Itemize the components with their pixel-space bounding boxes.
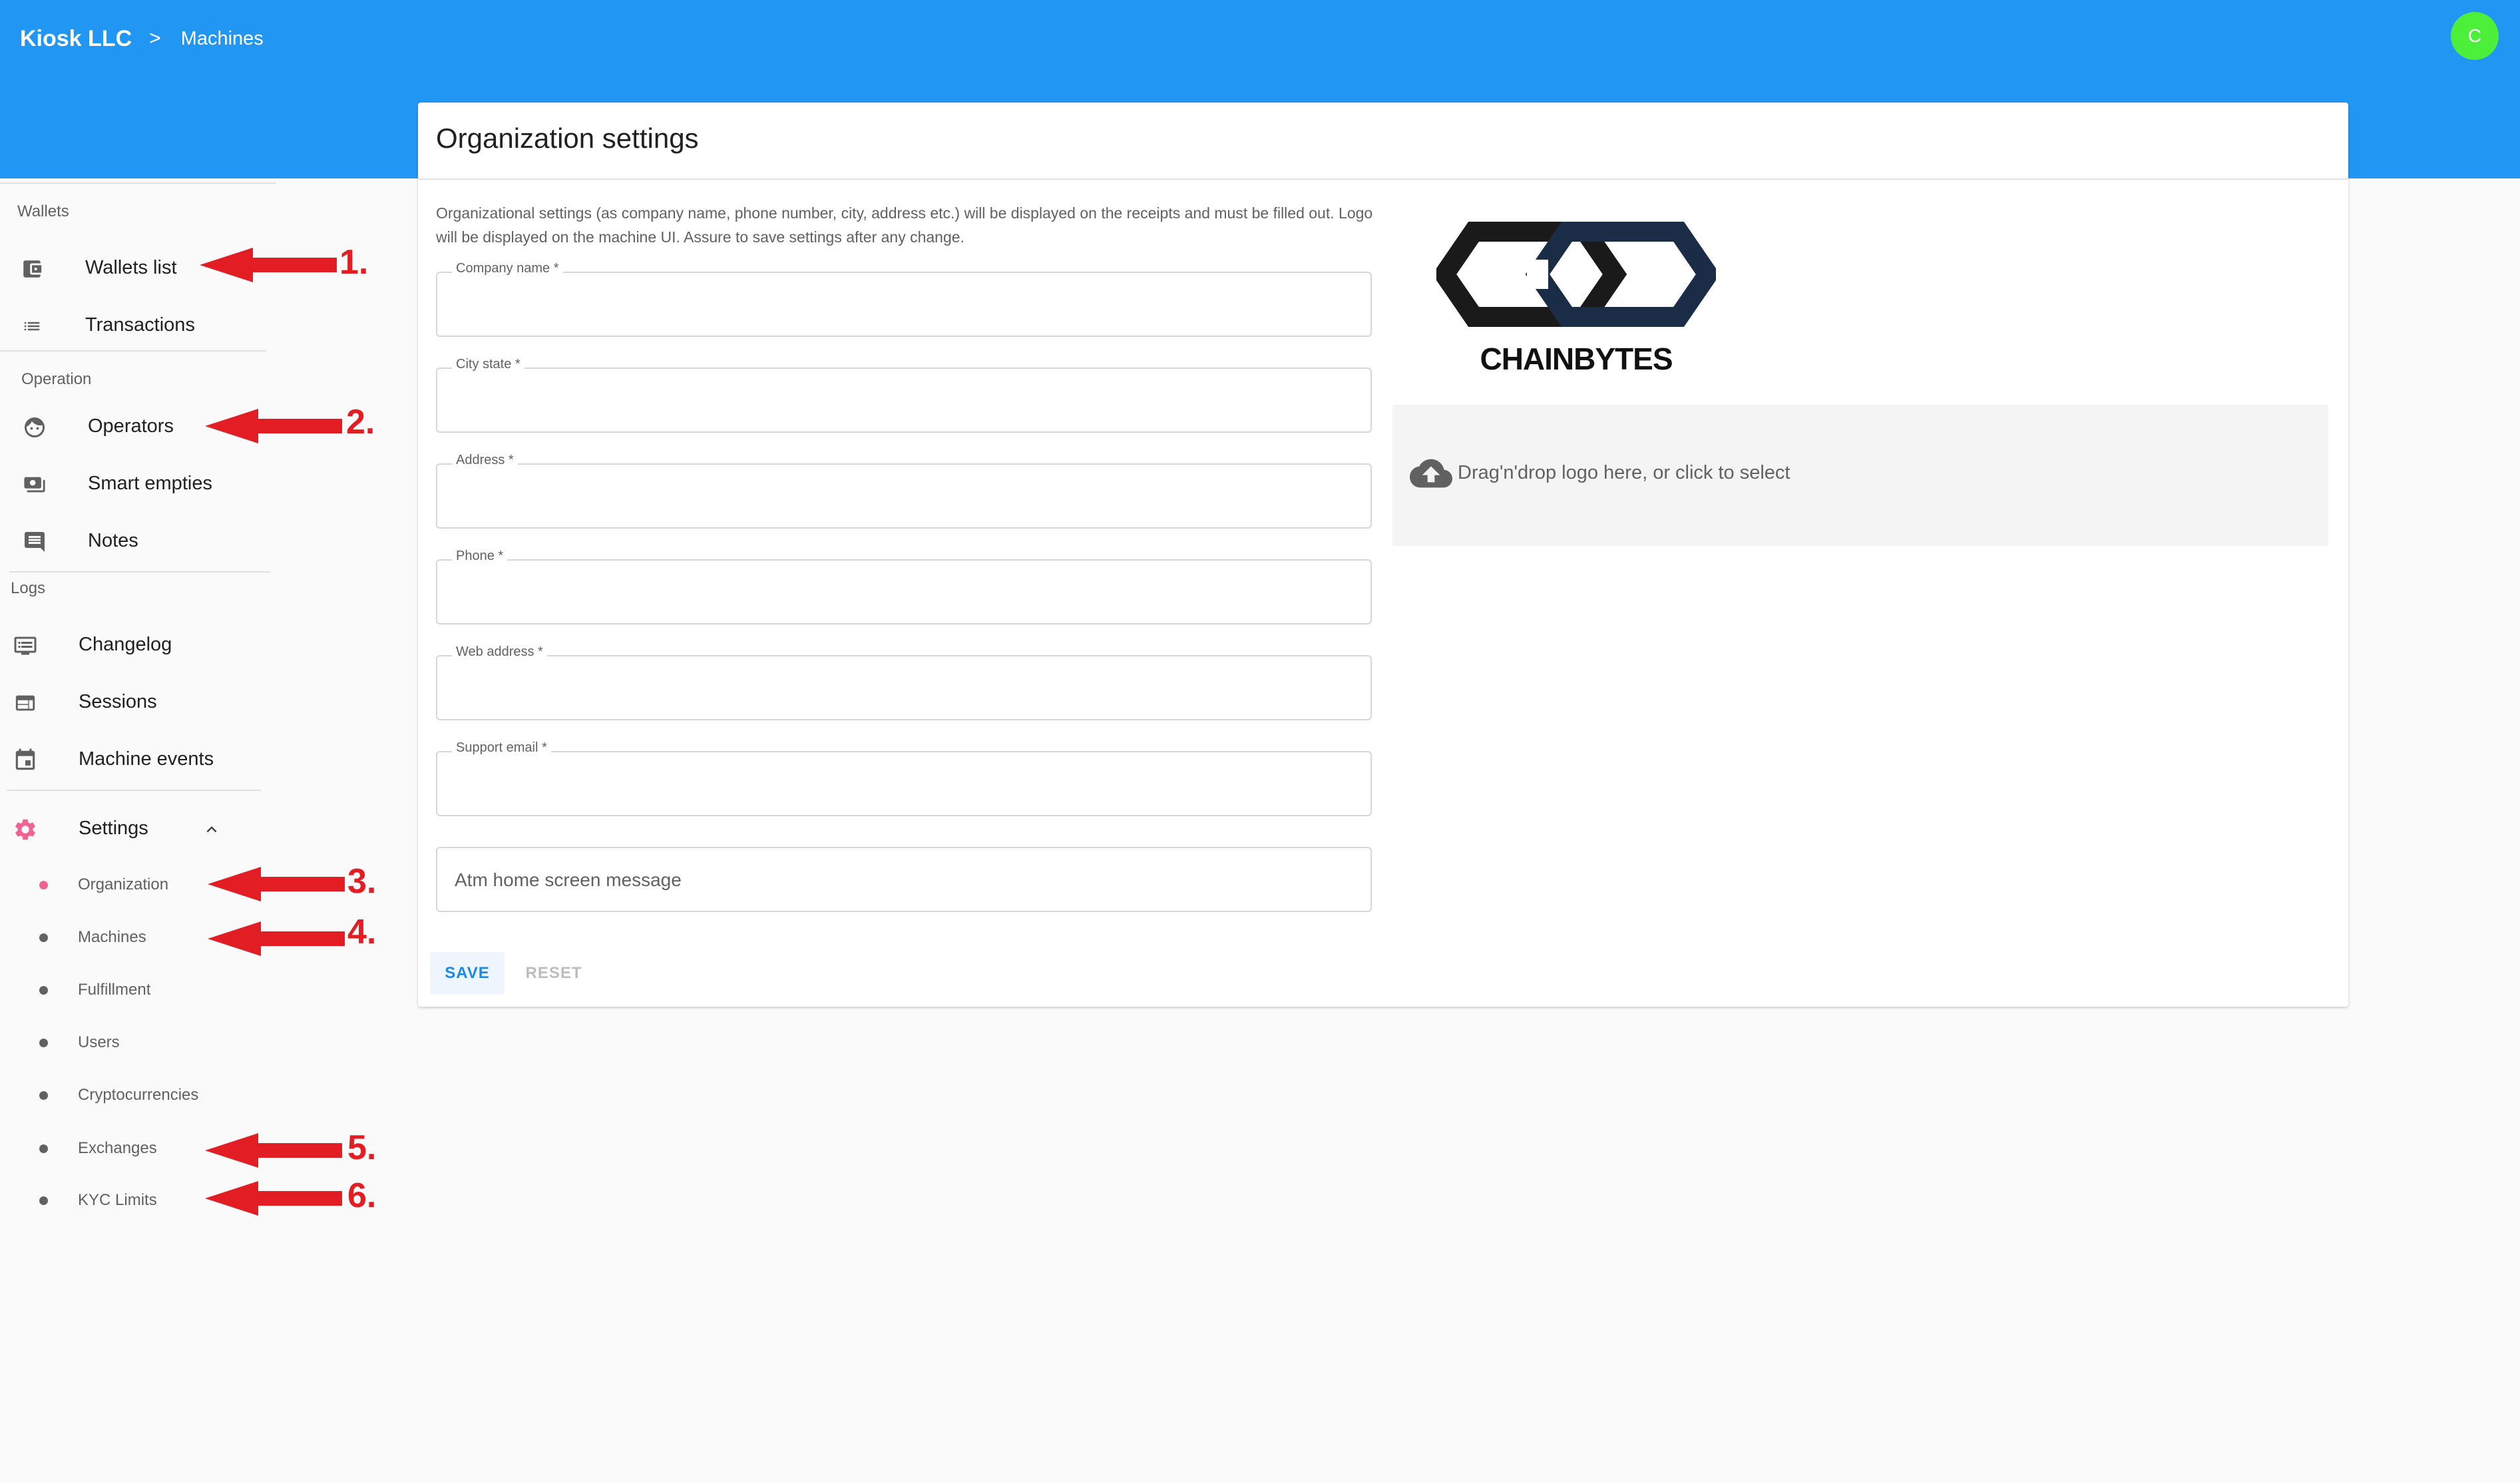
annotation-arrow-icon [205, 1181, 342, 1216]
support-email-field[interactable]: Support email * [436, 740, 1372, 816]
sidebar-subitem-cryptocurrencies[interactable]: Cryptocurrencies [0, 1079, 266, 1112]
breadcrumb-separator-icon: > [149, 27, 161, 49]
web-address-field[interactable]: Web address * [436, 644, 1372, 720]
city-state-input[interactable] [453, 369, 1355, 433]
annotation-arrow-icon [208, 921, 345, 956]
sidebar-item-label: Changelog [79, 634, 172, 655]
breadcrumb: Kiosk LLC > Machines [20, 20, 264, 57]
logo-dropzone[interactable]: Drag'n'drop logo here, or click to selec… [1392, 405, 2328, 546]
company-name-input[interactable] [453, 273, 1355, 337]
annotation-number: 4. [347, 913, 377, 951]
gear-icon [12, 816, 39, 843]
sidebar-item-label: Machine events [79, 748, 214, 770]
company-name-field[interactable]: Company name * [436, 261, 1372, 337]
page-title: Organization settings [436, 123, 699, 154]
dot-icon [39, 1038, 48, 1047]
sidebar-subitem-fulfillment[interactable]: Fulfillment [0, 973, 266, 1007]
address-input[interactable] [453, 465, 1355, 529]
annotation-arrow-icon [205, 1133, 342, 1168]
sidebar-divider [7, 790, 261, 791]
annotation-number: 1. [339, 243, 369, 282]
browser-window-icon [12, 690, 39, 716]
sidebar-item-label: Wallets list [85, 257, 177, 278]
sidebar-divider [0, 182, 276, 184]
sidebar-subitem-label: Fulfillment [78, 981, 151, 999]
dot-icon [39, 985, 48, 995]
dot-icon [39, 1091, 48, 1100]
web-address-input[interactable] [453, 656, 1355, 720]
face-icon [21, 414, 48, 441]
annotation-number: 5. [347, 1128, 377, 1167]
annotation-number: 3. [347, 862, 377, 901]
city-state-field[interactable]: City state * [436, 357, 1372, 433]
avatar[interactable]: C [2451, 12, 2499, 60]
atm-message-field[interactable] [436, 847, 1372, 912]
company-logo: CHAINBYTES [1432, 208, 1721, 381]
sidebar-item-changelog[interactable]: Changelog [0, 626, 266, 666]
dot-icon [39, 1196, 48, 1205]
sidebar-item-sessions[interactable]: Sessions [0, 683, 266, 723]
sidebar-subitem-label: Users [78, 1033, 120, 1051]
sidebar-item-label: Sessions [79, 691, 157, 712]
phone-field[interactable]: Phone * [436, 549, 1372, 624]
comment-icon [21, 529, 48, 555]
sidebar-section-operation: Operation [21, 370, 92, 388]
sidebar-subitem-label: Cryptocurrencies [78, 1086, 199, 1104]
sidebar-item-transactions[interactable]: Transactions [0, 306, 266, 346]
cash-icon [21, 471, 48, 498]
breadcrumb-home[interactable]: Kiosk LLC [20, 26, 132, 52]
organization-settings-card: Organization settings Organizational set… [418, 103, 2348, 1007]
breadcrumb-current[interactable]: Machines [181, 28, 264, 50]
sidebar-item-label: Settings [79, 818, 148, 839]
chevron-up-icon[interactable] [198, 816, 225, 843]
sidebar-item-smart-empties[interactable]: Smart empties [0, 465, 266, 505]
sidebar-section-logs: Logs [11, 579, 46, 597]
chain-logo-icon [1432, 222, 1721, 327]
reset-button[interactable]: RESET [517, 952, 591, 995]
sidebar-section-wallets: Wallets [17, 202, 69, 220]
annotation-arrow-icon [208, 867, 345, 901]
sidebar-divider [0, 350, 266, 352]
sidebar-item-label: Notes [88, 530, 138, 551]
sidebar-subitem-label: Organization [78, 875, 169, 893]
list-icon [19, 313, 45, 340]
calendar-icon [12, 747, 39, 774]
annotation-number: 2. [346, 403, 375, 441]
sidebar-item-notes[interactable]: Notes [0, 522, 266, 562]
sidebar-subitem-users[interactable]: Users [0, 1026, 266, 1059]
cloud-upload-icon [1410, 457, 1452, 493]
sidebar-divider [9, 571, 270, 573]
sidebar-item-label: Smart empties [88, 473, 212, 494]
atm-message-input[interactable] [453, 848, 1355, 912]
dot-icon [39, 933, 48, 942]
dropzone-text: Drag'n'drop logo here, or click to selec… [1458, 462, 1790, 483]
sidebar-item-label: Transactions [85, 314, 195, 336]
dot-icon [39, 1144, 48, 1153]
annotation-arrow-icon [200, 248, 337, 282]
address-field[interactable]: Address * [436, 453, 1372, 529]
logo-text: CHAINBYTES [1480, 342, 1673, 376]
sidebar-item-label: Operators [88, 415, 174, 437]
sidebar: Wallets Wallets list Transactions Operat… [0, 178, 399, 1482]
sidebar-subitem-label: KYC Limits [78, 1191, 157, 1209]
card-header: Organization settings [418, 103, 2348, 180]
settings-description: Organizational settings (as company name… [436, 204, 1373, 246]
wallet-icon [19, 256, 45, 282]
save-button[interactable]: SAVE [430, 952, 505, 995]
annotation-number: 6. [347, 1176, 377, 1215]
sidebar-subitem-label: Exchanges [78, 1139, 157, 1157]
sidebar-subitem-label: Machines [78, 928, 146, 946]
active-dot-icon [39, 880, 48, 889]
monitor-list-icon [12, 632, 39, 659]
sidebar-item-settings[interactable]: Settings [0, 810, 266, 850]
support-email-input[interactable] [453, 752, 1355, 816]
phone-input[interactable] [453, 561, 1355, 624]
sidebar-item-machine-events[interactable]: Machine events [0, 740, 266, 780]
annotation-arrow-icon [205, 409, 342, 443]
